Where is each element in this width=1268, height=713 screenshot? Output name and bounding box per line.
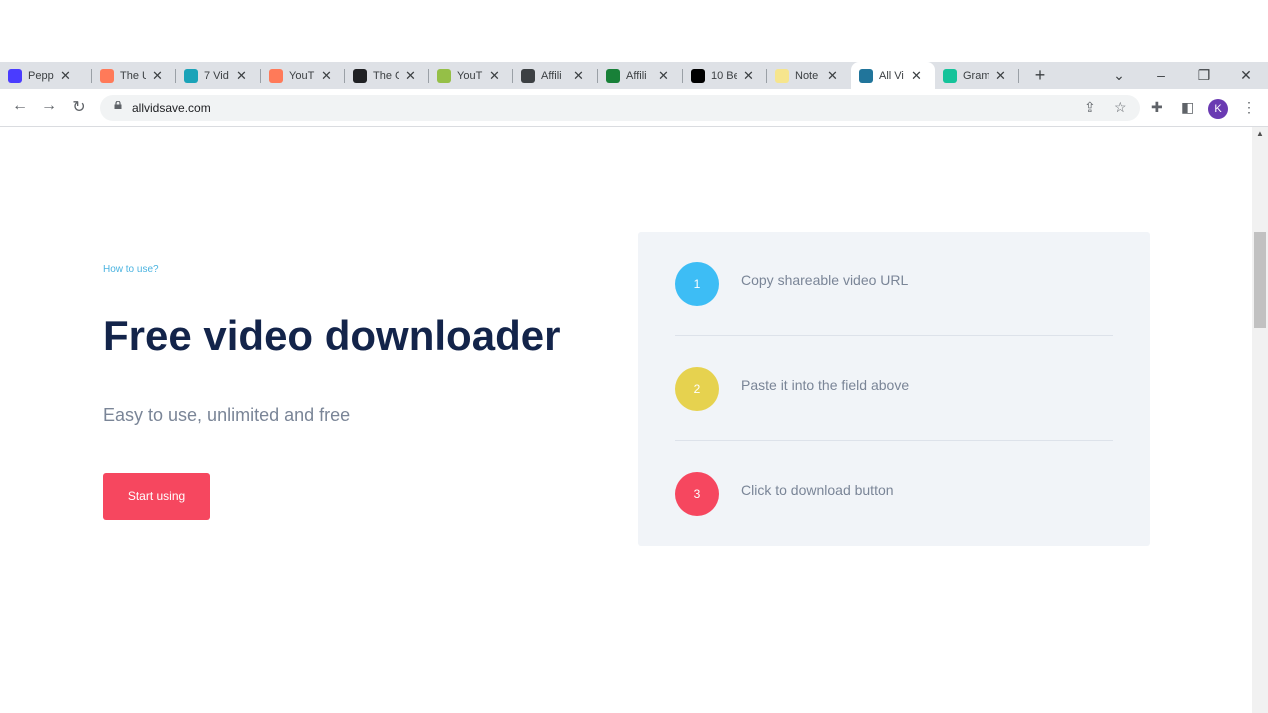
medium-icon	[691, 68, 705, 83]
forward-icon[interactable]: →	[39, 97, 59, 115]
shopify-icon	[437, 68, 451, 83]
address-bar[interactable]: allvidsave.com ⇪ ☆	[100, 95, 1140, 121]
scrollbar-track[interactable]	[1252, 127, 1268, 713]
tab-close-icon[interactable]: ✕	[236, 68, 247, 84]
minimize-icon[interactable]: –	[1151, 62, 1171, 89]
close-window-icon[interactable]: ✕	[1236, 62, 1256, 89]
browser-tab[interactable]: 10 Be ✕	[683, 62, 767, 89]
tab-close-icon[interactable]: ✕	[489, 68, 500, 84]
tab-close-icon[interactable]: ✕	[827, 68, 838, 84]
tab-label: Gram	[963, 69, 989, 82]
step-text: Paste it into the field above	[741, 377, 910, 393]
browser-tab[interactable]: 7 Vid ✕	[176, 62, 261, 89]
tab-close-icon[interactable]: ✕	[60, 68, 71, 84]
tab-close-icon[interactable]: ✕	[321, 68, 332, 84]
browser-tab[interactable]: Affili ✕	[598, 62, 683, 89]
tab-label: Note	[795, 69, 819, 82]
browser-toolbar: ← → ↻ allvidsave.com ⇪ ☆ ✚ ◧ ⋮	[0, 89, 1268, 127]
hubspot-icon	[269, 68, 283, 83]
browser-tab[interactable]: Pepp ✕	[0, 62, 92, 89]
step-divider	[675, 440, 1113, 441]
share-icon[interactable]: ⇪	[1084, 99, 1096, 116]
tab-separator	[1018, 69, 1019, 83]
page-headline: Free video downloader	[103, 312, 561, 359]
tab-label: Affili	[626, 69, 647, 82]
grammarly-icon	[943, 68, 957, 83]
browser-tab[interactable]: YouT ✕	[261, 62, 345, 89]
bookmark-star-icon[interactable]: ☆	[1114, 99, 1127, 116]
bookmark-icon	[353, 68, 367, 83]
note-icon	[775, 68, 789, 83]
sheet-icon	[606, 68, 620, 83]
back-icon[interactable]: ←	[10, 97, 30, 115]
tab-label: Affili	[541, 69, 562, 82]
side-panel-icon[interactable]: ◧	[1181, 99, 1194, 116]
browser-tab[interactable]: Affili ✕	[513, 62, 598, 89]
peppertype-icon	[8, 68, 22, 83]
tab-close-icon[interactable]: ✕	[573, 68, 584, 84]
tab-close-icon[interactable]: ✕	[743, 68, 754, 84]
wordpress-icon	[859, 68, 873, 83]
tab-close-icon[interactable]: ✕	[405, 68, 416, 84]
tab-close-icon[interactable]: ✕	[152, 68, 163, 84]
how-to-use-label: How to use?	[103, 264, 159, 275]
browser-tab[interactable]: All Vi ✕	[851, 62, 935, 89]
browser-tab[interactable]: Gram ✕	[935, 62, 1019, 89]
step-number-badge: 3	[675, 472, 719, 516]
scroll-up-icon[interactable]: ▲	[1254, 129, 1266, 141]
browser-tab[interactable]: The C ✕	[345, 62, 429, 89]
browser-tab[interactable]: YouT ✕	[429, 62, 513, 89]
page-subheadline: Easy to use, unlimited and free	[103, 405, 351, 425]
extensions-icon[interactable]: ✚	[1151, 99, 1163, 116]
tab-label: The C	[373, 69, 399, 82]
tab-label: YouT	[457, 69, 483, 82]
menu-icon[interactable]: ⋮	[1242, 99, 1256, 116]
step-divider	[675, 335, 1113, 336]
tab-label: YouT	[289, 69, 315, 82]
hubspot-icon	[100, 68, 114, 83]
step-text: Click to download button	[741, 482, 894, 498]
step-item: 1 Copy shareable video URL	[675, 232, 1115, 336]
tab-label: 7 Vid	[204, 69, 229, 82]
step-number-badge: 2	[675, 367, 719, 411]
tab-search-icon[interactable]: ⌄	[1109, 62, 1129, 89]
tab-close-icon[interactable]: ✕	[995, 68, 1006, 84]
browser-tab[interactable]: Note ✕	[767, 62, 851, 89]
new-tab-button[interactable]: +	[1030, 62, 1050, 89]
steps-panel: 1 Copy shareable video URL 2 Paste it in…	[638, 232, 1150, 546]
profile-avatar[interactable]: K	[1208, 99, 1228, 119]
step-item: 3 Click to download button	[675, 442, 1115, 546]
tab-label: Pepp	[28, 69, 54, 82]
tab-label: The U	[120, 69, 146, 82]
start-using-button[interactable]: Start using	[103, 473, 210, 520]
lock-icon	[114, 101, 122, 109]
circle-icon	[184, 68, 198, 83]
tab-close-icon[interactable]: ✕	[911, 68, 922, 84]
url-text: allvidsave.com	[132, 101, 211, 115]
scrollbar-thumb[interactable]	[1254, 232, 1266, 328]
step-item: 2 Paste it into the field above	[675, 337, 1115, 441]
chart-icon	[521, 68, 535, 83]
browser-tab[interactable]: The U ✕	[92, 62, 176, 89]
reload-icon[interactable]: ↻	[69, 97, 89, 117]
step-number-badge: 1	[675, 262, 719, 306]
restore-icon[interactable]: ❐	[1194, 62, 1214, 89]
tab-close-icon[interactable]: ✕	[658, 68, 669, 84]
step-text: Copy shareable video URL	[741, 272, 909, 288]
tab-label: 10 Be	[711, 69, 737, 82]
tab-label: All Vi	[879, 69, 904, 82]
